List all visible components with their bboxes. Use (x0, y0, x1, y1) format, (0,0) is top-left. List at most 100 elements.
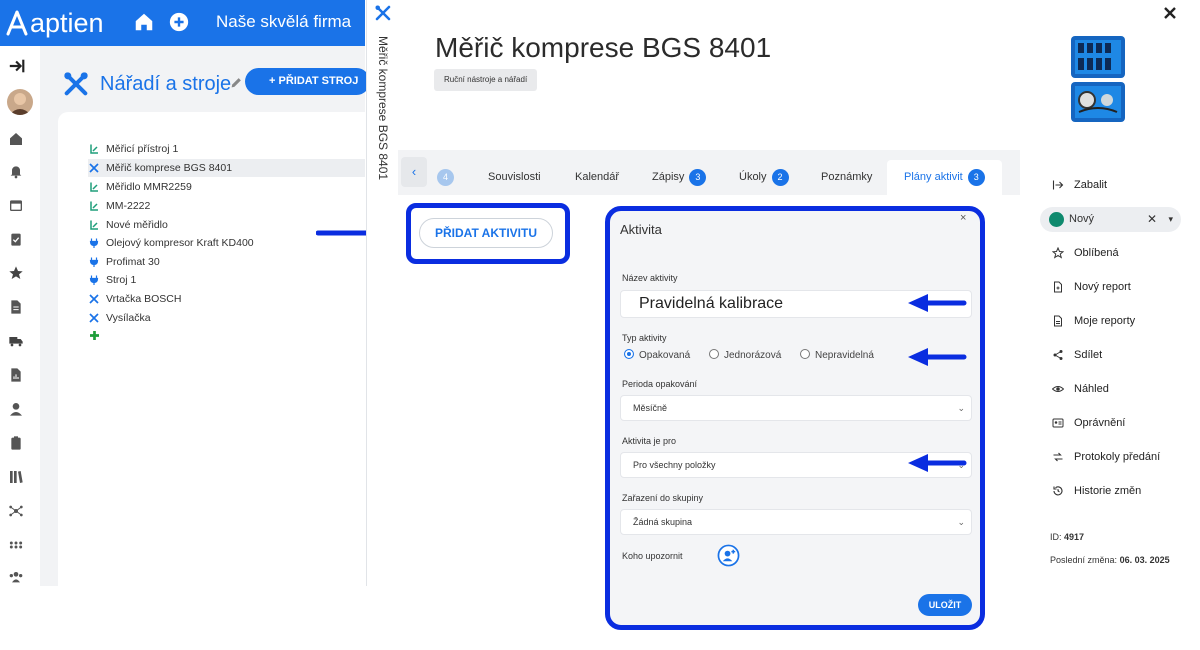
action-handover-protocols[interactable]: Protokoly předání (1052, 447, 1160, 467)
report-icon[interactable] (8, 367, 30, 389)
action-change-history[interactable]: Historie změn (1052, 481, 1141, 501)
action-label: Sdílet (1074, 349, 1103, 361)
action-label: Moje reporty (1074, 315, 1136, 327)
tree-item-label: Vysílačka (106, 312, 151, 324)
chevron-left-icon[interactable]: ‹ (401, 157, 427, 187)
clipboard-icon[interactable] (8, 435, 30, 457)
arrow-right-bar-icon (1052, 180, 1064, 190)
action-preview[interactable]: Náhled (1052, 379, 1109, 399)
avatar[interactable] (7, 89, 33, 115)
tab-souvislosti[interactable]: Souvislosti (488, 160, 541, 194)
save-button[interactable]: ULOŽIT (918, 594, 972, 616)
category-tag[interactable]: Ruční nástroje a nářadí (434, 69, 538, 91)
edit-pencil-icon[interactable] (230, 76, 243, 89)
tree-item[interactable]: MM-2222 (88, 197, 365, 215)
tab-kalendar[interactable]: Kalendář (575, 160, 619, 194)
logo-text: aptien (30, 8, 104, 38)
bell-icon[interactable] (8, 163, 30, 185)
radio-label: Jednorázová (724, 350, 782, 361)
home-icon[interactable] (133, 11, 157, 35)
tree-item[interactable]: Stroj 1 (88, 271, 365, 289)
action-favorite[interactable]: Oblíbená (1052, 243, 1119, 263)
add-person-icon[interactable] (717, 544, 740, 567)
add-machine-button[interactable]: + PŘIDAT STROJ (245, 68, 370, 95)
gauge-icon (90, 220, 98, 230)
action-label: Protokoly předání (1074, 451, 1161, 463)
product-image (1065, 34, 1131, 124)
more-apps-icon[interactable] (8, 537, 30, 559)
star-outline-icon (1052, 247, 1064, 259)
tree-item[interactable]: Profimat 30 (88, 253, 365, 271)
radio-one-time[interactable]: Jednorázová (709, 349, 781, 361)
tree-item[interactable]: Vrtačka BOSCH (88, 290, 365, 308)
tree-item-label: Měřicí přístroj 1 (106, 143, 179, 155)
tab-ukoly[interactable]: Úkoly 2 (739, 160, 789, 194)
radio-label: Nepravidelná (815, 350, 874, 361)
tree-item-label: Nové měřidlo (106, 219, 168, 231)
tab-zapisy[interactable]: Zápisy 3 (652, 160, 707, 194)
add-activity-button[interactable]: PŘIDAT AKTIVITU (419, 218, 553, 248)
tools-icon (89, 313, 99, 323)
action-my-reports[interactable]: Moje reporty (1052, 311, 1135, 331)
network-icon[interactable] (8, 503, 30, 525)
document-icon[interactable] (8, 299, 30, 321)
select-value: Pro všechny položky (633, 460, 716, 470)
radio-unchecked-icon (800, 349, 810, 359)
tree-item-label: MM-2222 (106, 200, 151, 212)
tab-overflow-badge[interactable]: 4 (437, 169, 454, 186)
add-circle-icon[interactable] (168, 11, 192, 35)
collapse-button[interactable]: Zabalit (1052, 175, 1107, 195)
action-label: Náhled (1074, 383, 1109, 395)
id-card-icon (1052, 418, 1064, 428)
period-select[interactable]: Měsíčně ⌄ (620, 395, 972, 421)
tab-plany-aktivit[interactable]: Plány aktivit 3 (904, 160, 985, 194)
add-item-plus-icon[interactable] (90, 331, 99, 340)
tree-item-label: Profimat 30 (106, 256, 160, 268)
person-icon[interactable] (8, 401, 30, 423)
radio-recurring[interactable]: Opakovaná (624, 349, 690, 361)
team-icon[interactable] (8, 569, 30, 591)
chevron-down-icon[interactable]: ▾ (1168, 207, 1173, 232)
tree-item-selected[interactable]: Měřič komprese BGS 8401 (88, 159, 365, 177)
id-value: 4917 (1064, 532, 1085, 542)
name-label: Název aktivity (622, 273, 678, 283)
truck-icon[interactable] (8, 333, 30, 355)
tab-count-badge: 2 (771, 168, 789, 186)
home-nav-icon[interactable] (8, 131, 30, 153)
dialog-close-icon[interactable]: × (960, 212, 966, 224)
clear-icon[interactable]: ✕ (1147, 207, 1157, 232)
close-icon[interactable] (1163, 6, 1177, 20)
action-share[interactable]: Sdílet (1052, 345, 1102, 365)
history-icon (1053, 486, 1063, 496)
calendar-icon[interactable] (8, 197, 30, 219)
gauge-icon (90, 182, 98, 192)
action-new-report[interactable]: Nový report (1052, 277, 1131, 297)
share-icon (1053, 350, 1063, 360)
tree-item[interactable]: Měřicí přístroj 1 (88, 140, 365, 158)
type-label: Typ aktivity (622, 333, 667, 343)
status-label: Nový (1069, 213, 1095, 225)
action-permissions[interactable]: Oprávnění (1052, 413, 1125, 433)
clipboard-check-icon[interactable] (8, 231, 30, 253)
action-label: Oblíbená (1074, 247, 1119, 259)
group-select[interactable]: Žádná skupina ⌄ (620, 509, 972, 535)
library-icon[interactable] (8, 469, 30, 491)
radio-label: Opakovaná (639, 350, 691, 361)
tab-label: Úkoly (739, 171, 767, 183)
expand-icon[interactable] (8, 57, 30, 79)
tree-item[interactable]: Vysílačka (88, 309, 365, 327)
chevron-down-icon: ⌄ (957, 517, 965, 527)
tree-item-label: Měřič komprese BGS 8401 (106, 162, 233, 174)
plug-icon (89, 257, 99, 267)
star-icon[interactable] (8, 265, 30, 287)
radio-irregular[interactable]: Nepravidelná (800, 349, 874, 361)
app-logo[interactable]: aptien (6, 6, 116, 40)
notify-label: Koho upozornit (622, 551, 683, 561)
status-select[interactable]: Nový ✕ ▾ (1040, 207, 1181, 232)
tab-label: Poznámky (821, 171, 873, 183)
tree-item[interactable]: Měřidlo MMR2259 (88, 178, 365, 196)
tab-poznamky[interactable]: Poznámky (821, 160, 872, 194)
tree-item-label: Olejový kompresor Kraft KD400 (106, 237, 254, 249)
tab-label: Zápisy (652, 171, 685, 183)
company-name[interactable]: Naše skvělá firma (216, 12, 351, 32)
